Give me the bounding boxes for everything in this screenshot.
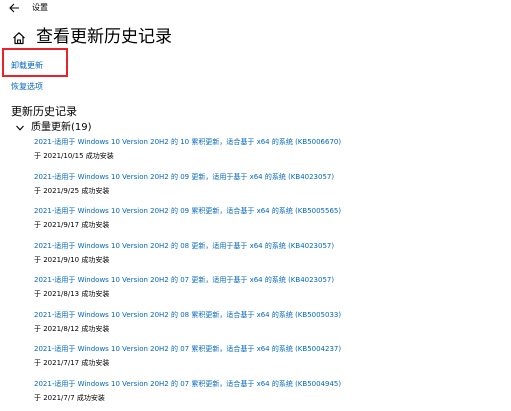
update-status: 于 2021/10/15 成功安装 <box>34 152 114 161</box>
update-status: 于 2021/7/17 成功安装 <box>34 359 109 368</box>
list-item: 2021-适用于 Windows 10 Version 20H2 的 09 更新… <box>34 170 504 205</box>
quality-updates-group-label: 质量更新(19) <box>31 122 92 134</box>
list-item: 2021-适用于 Windows 10 Version 20H2 的 07 更新… <box>34 273 504 308</box>
page-title: 查看更新历史记录 <box>36 26 172 48</box>
update-status: 于 2021/9/17 成功安装 <box>34 221 109 230</box>
list-item: 2021-适用于 Windows 10 Version 20H2 的 09 累积… <box>34 204 504 239</box>
title-bar: 设置 <box>0 0 511 18</box>
list-item: 2021-适用于 Windows 10 Version 20H2 的 07 累积… <box>34 342 504 377</box>
list-item: 2021-适用于 Windows 10 Version 20H2 的 10 累积… <box>34 135 504 170</box>
update-title-link[interactable]: 2021-适用于 Windows 10 Version 20H2 的 07 累积… <box>34 380 341 389</box>
update-status: 于 2021/9/25 成功安装 <box>34 187 109 196</box>
uninstall-updates-link[interactable]: 卸载更新 <box>11 61 43 71</box>
back-arrow-icon[interactable] <box>8 2 20 14</box>
update-title-link[interactable]: 2021-适用于 Windows 10 Version 20H2 的 09 累积… <box>34 207 341 216</box>
list-item: 2021-适用于 Windows 10 Version 20H2 的 08 累积… <box>34 308 504 343</box>
update-title-link[interactable]: 2021-适用于 Windows 10 Version 20H2 的 10 累积… <box>34 138 341 147</box>
update-title-link[interactable]: 2021-适用于 Windows 10 Version 20H2 的 08 更新… <box>34 242 334 251</box>
app-title: 设置 <box>32 3 48 13</box>
update-status: 于 2021/9/10 成功安装 <box>34 256 109 265</box>
update-status: 于 2021/8/12 成功安装 <box>34 325 109 334</box>
update-title-link[interactable]: 2021-适用于 Windows 10 Version 20H2 的 07 累积… <box>34 345 341 354</box>
recovery-options-link[interactable]: 恢复选项 <box>11 82 43 92</box>
update-history-header: 更新历史记录 <box>11 105 77 119</box>
quality-updates-group-toggle[interactable]: 质量更新(19) <box>15 121 92 135</box>
list-item: 2021-适用于 Windows 10 Version 20H2 的 08 更新… <box>34 239 504 274</box>
update-status: 于 2021/7/7 成功安装 <box>34 394 105 403</box>
update-title-link[interactable]: 2021-适用于 Windows 10 Version 20H2 的 08 累积… <box>34 311 341 320</box>
update-title-link[interactable]: 2021-适用于 Windows 10 Version 20H2 的 07 更新… <box>34 276 334 285</box>
update-title-link[interactable]: 2021-适用于 Windows 10 Version 20H2 的 09 更新… <box>34 173 334 182</box>
list-item: 2021-适用于 Windows 10 Version 20H2 的 07 累积… <box>34 377 504 411</box>
update-status: 于 2021/8/13 成功安装 <box>34 290 109 299</box>
update-history-list: 2021-适用于 Windows 10 Version 20H2 的 10 累积… <box>34 135 504 411</box>
home-icon[interactable] <box>12 31 26 45</box>
chevron-down-icon <box>15 123 25 133</box>
